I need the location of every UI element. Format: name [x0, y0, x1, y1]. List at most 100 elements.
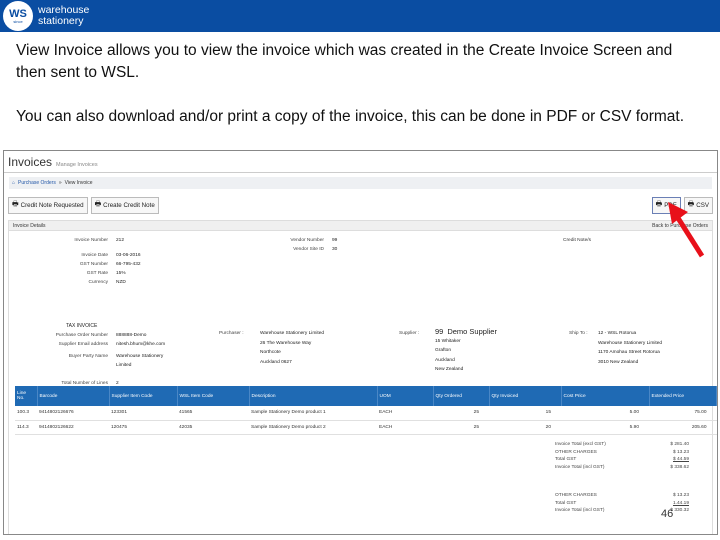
address-line: 26 The Warehouse Way [260, 340, 312, 346]
field-label: Currency [88, 280, 108, 285]
invoice-fields: Invoice Number 212 Invoice Date 03-06-2016… [9, 236, 141, 287]
invoice-screenshot: Invoices Manage Invoices ⌂ Purchase Orde… [3, 150, 718, 535]
field-label: Supplier Email address [58, 342, 108, 347]
table-cell: 9414802126676 [37, 406, 109, 421]
back-to-purchase-orders-link[interactable]: Back to Purchase Orders [652, 223, 708, 229]
table-cell: EACH [377, 420, 433, 435]
invoice-field-row: Invoice Number 212 [9, 236, 141, 245]
printer-icon: 🖶 [687, 201, 695, 208]
total-row: OTHER CHARGES $ 13.23 [555, 449, 689, 457]
column-header[interactable]: Extended Price [649, 386, 717, 406]
pdf-button[interactable]: 🖶 PDF [651, 197, 681, 214]
supplier-name: 99 Demo Supplier [435, 327, 497, 337]
address-line: Warehouse Stationery Limited [598, 340, 663, 346]
field-value: NZD [116, 280, 126, 285]
csv-button[interactable]: 🖶 CSV [683, 197, 713, 214]
field-label: Invoice Date [81, 253, 108, 258]
total-label: Invoice Total (incl GST) [555, 464, 605, 470]
invoice-field-row: GST Number 66-795-432 [9, 260, 141, 269]
purchaser-block: Purchaser : Warehouse Stationery Limited… [219, 329, 399, 379]
table-cell: 5.00 [561, 406, 649, 421]
logo-line-2: stationery [38, 15, 84, 27]
column-header[interactable]: Supplier Item Code [109, 386, 178, 406]
column-header[interactable]: Qty Invoiced [489, 386, 562, 406]
invoice-lines-table: Line No. Barcode Supplier Item Code WSL … [15, 386, 717, 435]
field-label: Purchase Order Number [55, 333, 108, 338]
supplier-number: 99 [435, 327, 444, 336]
breadcrumb-home-icon[interactable]: ⌂ [12, 180, 15, 186]
total-row: OTHER CHARGES $ 13.23 [555, 492, 689, 500]
column-header[interactable]: Line No. [15, 386, 38, 406]
field-label: Vendor Site ID [293, 247, 324, 252]
table-cell: 25 [433, 406, 489, 421]
total-value: $ 44.59 [672, 457, 689, 462]
printer-icon: 🖶 [655, 201, 663, 208]
total-value: $ 338.62 [670, 464, 689, 470]
total-value: $ 13.23 [672, 449, 689, 455]
total-row: Invoice Total (excl GST) $ 281.40 [555, 441, 689, 449]
column-header[interactable]: Cost Price [561, 386, 650, 406]
breadcrumb-current: View Invoice [64, 180, 93, 186]
total-row: Invoice Total (incl GST) $ 338.62 [555, 464, 689, 472]
field-label: Vendor Number [290, 238, 324, 243]
create-credit-note-label: Create Credit Note [103, 202, 155, 209]
ship-to-block: Ship To : 12 - WSL Rotorua Warehouse Sta… [569, 329, 717, 379]
table-cell: 123301 [109, 406, 177, 421]
field-value: 888888-Demo [116, 333, 147, 338]
table-cell: EACH [377, 406, 433, 421]
field-value: nitesh.bhum@khe.com [116, 342, 166, 347]
vendor-field-row: Vendor Site ID 30 [279, 245, 337, 254]
page-title: Invoices [8, 155, 53, 169]
breadcrumb-purchase-orders[interactable]: Purchase Orders [18, 180, 56, 186]
total-value: $ 13.23 [672, 493, 689, 498]
printer-icon: 🖶 [12, 201, 19, 208]
tax-field-row: Supplier Email address nitesh.bhum@khe.co… [38, 340, 166, 349]
panel-title: Invoice Details [13, 222, 46, 229]
app-header: Invoices Manage Invoices [4, 151, 717, 173]
brand-logo: WS since warehouse stationery [3, 1, 89, 31]
table-cell: 15 [489, 406, 561, 421]
credit-note-requested-button[interactable]: 🖶 Credit Note Requested [8, 197, 88, 214]
total-label: Total GST [555, 500, 577, 506]
total-row: Total GST $ 44.59 [555, 456, 689, 464]
purchaser-label: Purchaser : [219, 331, 244, 336]
total-value: 1.44.19 [672, 500, 689, 506]
purchaser-address: Warehouse Stationery Limited 26 The Ware… [260, 329, 324, 367]
total-label: OTHER CHARGES [555, 449, 597, 455]
column-header[interactable]: Qty Ordered [433, 386, 490, 406]
column-header[interactable]: WSL Item Code [177, 386, 250, 406]
header-bar: WS since warehouse stationery [0, 0, 720, 32]
total-value: $ 281.40 [670, 442, 689, 447]
logo-mark-text: WS [9, 7, 27, 20]
supplier-block: Supplier : 99 Demo Supplier 15 Whitaker G… [399, 327, 549, 381]
field-value: 30 [332, 247, 338, 252]
tax-invoice-title: TAX INVOICE [66, 323, 98, 329]
ship-to-address: 12 - WSL Rotorua Warehouse Stationery Li… [598, 329, 662, 367]
address-line: New Zealand [435, 367, 464, 372]
address-line: 15 Whitaker [435, 338, 461, 344]
table-cell: Sample Stationery Demo product 1 [249, 406, 377, 421]
vendor-field-row: Vendor Number 99 [279, 236, 337, 245]
breadcrumb: ⌂ Purchase Orders » View Invoice [9, 177, 712, 189]
column-header[interactable]: Barcode [37, 386, 110, 406]
slide-body: View Invoice allows you to view the invo… [16, 40, 706, 150]
create-credit-note-button[interactable]: 🖶 Create Credit Note [90, 197, 159, 214]
total-label: Invoice Total (incl GST) [555, 508, 605, 513]
credit-notes-label: Credit Note/s [563, 238, 591, 243]
table-row: 100.3 9414802126676 123301 41565 Sample … [15, 406, 717, 421]
logo-mark-small: since [13, 18, 23, 24]
table-cell: 41565 [177, 406, 249, 421]
field-value: 99 [332, 238, 338, 243]
table-cell: 75.00 [649, 406, 717, 421]
address-line: 1170 Amohau Street Rotorua [598, 350, 660, 355]
pdf-label: PDF [664, 202, 677, 209]
field-label: GST Number [79, 262, 108, 267]
table-cell: 100.3 [15, 406, 37, 421]
action-toolbar: 🖶 Credit Note Requested 🖶 Create Credit … [8, 197, 713, 214]
column-header[interactable]: Description [249, 386, 378, 406]
column-header[interactable]: UOM [377, 386, 434, 406]
total-label: Total GST [555, 457, 577, 462]
breadcrumb-separator: » [58, 180, 62, 186]
invoice-details-panel: Invoice Details Back to Purchase Orders … [8, 220, 717, 534]
field-value: 15% [116, 271, 126, 276]
